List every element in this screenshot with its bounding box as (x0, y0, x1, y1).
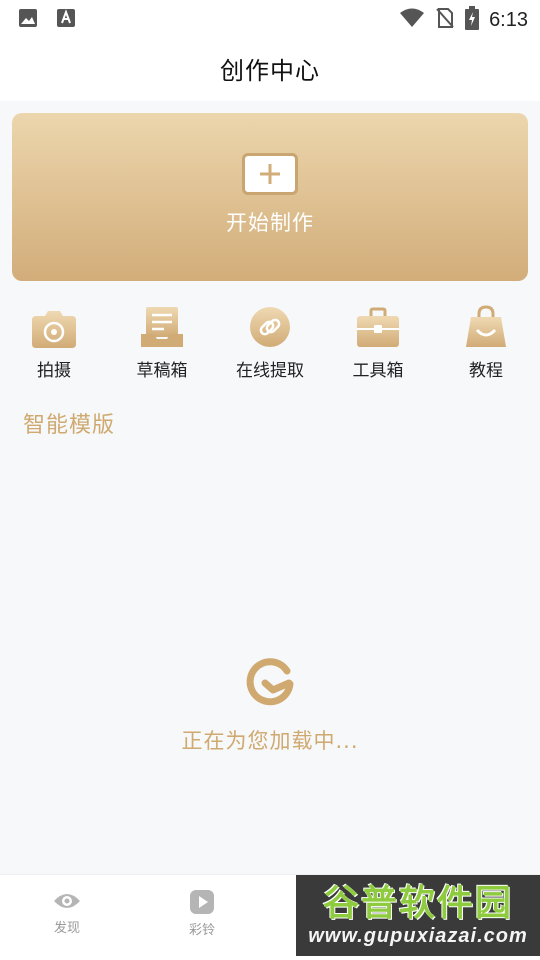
tab-label: 发现 (53, 921, 80, 936)
camera-icon (32, 311, 76, 348)
bag-icon (466, 305, 506, 347)
tab-label: 彩铃 (188, 923, 215, 938)
start-create-button[interactable]: 开始制作 (12, 113, 528, 281)
loading-indicator: 正在为您加载中... (0, 657, 540, 755)
header: 创作中心 (0, 36, 540, 101)
shortcut-drafts[interactable]: 草稿箱 (108, 304, 216, 384)
image-icon (18, 8, 38, 32)
link-icon (250, 307, 290, 347)
page-title: 创作中心 (220, 57, 320, 85)
tab-discover[interactable]: 发现 (27, 889, 107, 936)
watermark-title: 谷普软件园 (322, 882, 513, 924)
loading-logo-icon (246, 658, 294, 706)
section-title: 智能模版 (23, 413, 116, 438)
shortcut-label: 教程 (469, 361, 503, 381)
battery-charging-icon (465, 6, 480, 34)
start-create-label: 开始制作 (226, 211, 314, 235)
shortcut-online-extract[interactable]: 在线提取 (216, 304, 324, 384)
loading-text: 正在为您加载中... (181, 729, 359, 753)
shortcut-toolbox[interactable]: 工具箱 (324, 304, 432, 384)
shortcut-label: 拍摄 (37, 361, 71, 381)
font-download-icon (56, 8, 76, 32)
status-time: 6:13 (489, 8, 528, 31)
toolbox-icon (357, 307, 399, 347)
plus-icon (242, 153, 298, 195)
shortcut-label: 草稿箱 (136, 361, 188, 381)
shortcut-row: 拍摄 草稿箱 在线提取 工具箱 教程 (0, 304, 540, 384)
tab-ringtone[interactable]: 彩铃 (162, 889, 242, 938)
shortcut-label: 工具箱 (352, 361, 404, 381)
watermark-logo: 谷普软件园 www.gupuxiazai.com (296, 875, 540, 956)
draft-box-icon (141, 307, 183, 347)
play-icon (190, 890, 214, 914)
status-bar: 6:13 (0, 0, 540, 36)
shortcut-tutorial[interactable]: 教程 (432, 304, 540, 384)
no-sim-icon (435, 7, 455, 33)
wifi-icon (399, 8, 425, 32)
shortcut-label: 在线提取 (236, 361, 304, 381)
watermark-url: www.gupuxiazai.com (308, 924, 528, 947)
eye-icon (54, 894, 80, 908)
shortcut-camera[interactable]: 拍摄 (0, 304, 108, 384)
